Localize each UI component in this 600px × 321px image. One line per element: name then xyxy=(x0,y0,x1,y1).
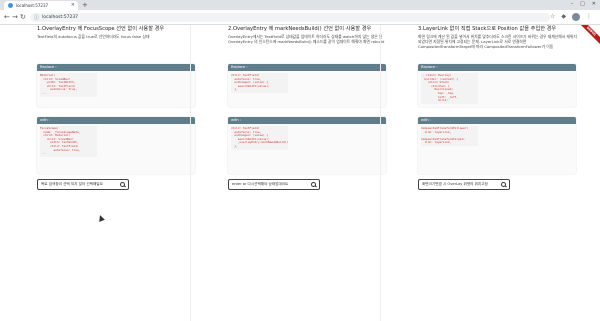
window-close-icon[interactable]: ✕ xyxy=(592,1,596,7)
menu-icon[interactable]: ⋮ xyxy=(586,13,592,21)
avatar[interactable] xyxy=(572,13,580,21)
window-controls: – □ ✕ xyxy=(571,1,596,7)
browser-toolbar: ← → ↻ ⓘ localhost:57237 ☆ ◆ ⋮ xyxy=(0,10,600,25)
search-icon[interactable] xyxy=(501,182,506,187)
column-title: 2.OverlayEntry 에 markNeedsBuild() 선언 없이 … xyxy=(228,26,372,32)
globe-icon xyxy=(8,3,13,8)
search-input-text: 화면크기변경 시 OverLay 위젯의 위치고정 xyxy=(422,182,488,186)
column-2: 2.OverlayEntry 에 markNeedsBuild() 선언 없이 … xyxy=(190,25,390,321)
with-card: with : FocusScope( node: _focusScopeNode… xyxy=(37,117,195,174)
search-input-text: 목로 검색창이 선택 되지 않아 선택해일요 xyxy=(41,182,103,186)
forward-icon[interactable]: → xyxy=(12,13,18,21)
card-header: with : xyxy=(418,117,576,124)
code-block: child: TextField( autofocus: true, onCha… xyxy=(231,126,288,150)
code-block: FocusScope( node: _focusScopeNode, child… xyxy=(40,126,97,157)
column-description: OverlayEntry에서는 TextField로 상태값을 업데이트 하더라… xyxy=(228,34,385,44)
column-3: 3.LayerLink 없이 직접 Stack으로 Position 값을 주입… xyxy=(380,25,580,321)
card-header: Replace : xyxy=(37,64,195,71)
search-input[interactable]: enter or 다시선택해야 상태업데이트 xyxy=(228,179,320,190)
address-bar[interactable]: ⓘ localhost:57237 xyxy=(30,13,550,22)
search-icon[interactable] xyxy=(120,182,125,187)
minimize-icon[interactable]: – xyxy=(571,1,574,7)
column-1: 1.OverlayEntry 에 FocusScope 선언 없이 사용할 경우… xyxy=(0,25,200,321)
code-block: child: TextField( autofocus: true, onCha… xyxy=(231,73,288,93)
url-text: localhost:57237 xyxy=(42,15,79,20)
column-description: 화면 링크에 계산 된 값을 넣어서 위치를 맞추더라도 스크린 사이즈가 바뀌… xyxy=(418,34,577,49)
column-title: 3.LayerLink 없이 직접 Stack으로 Position 값을 주입… xyxy=(418,26,557,32)
maximize-icon[interactable]: □ xyxy=(580,1,585,7)
card-header: with : xyxy=(228,117,386,124)
star-icon[interactable]: ☆ xyxy=(550,13,555,21)
browser-tab-bar: localhost:57237 × + – □ ✕ xyxy=(0,0,600,10)
search-input-text: enter or 다시선택해야 상태업데이트 xyxy=(232,182,289,186)
replace-card: Replace : Material( child: SizedBox( wid… xyxy=(37,64,195,107)
with-card: with : CompositedTransformFollower( link… xyxy=(418,117,576,174)
browser-tab[interactable]: localhost:57237 × xyxy=(4,1,78,10)
replace-card: Replace : child: TextField( autofocus: t… xyxy=(228,64,386,107)
reload-icon[interactable]: ↻ xyxy=(20,13,26,21)
column-description: TextField의 autofocus 값을 true로 선언하더라도 foc… xyxy=(37,34,150,39)
code-block: ...return Overlay( builder: (context) { … xyxy=(421,73,478,104)
card-header: Replace : xyxy=(418,64,576,71)
search-icon[interactable] xyxy=(311,182,316,187)
search-input[interactable]: 목로 검색창이 선택 되지 않아 선택해일요 xyxy=(37,179,129,190)
back-icon[interactable]: ← xyxy=(4,13,10,21)
extensions-icon[interactable]: ◆ xyxy=(561,13,566,21)
code-block: Material( child: SizedBox( width: textWi… xyxy=(40,73,97,97)
with-card: with : child: TextField( autofocus: true… xyxy=(228,117,386,174)
close-icon[interactable]: × xyxy=(71,2,75,8)
card-header: with : xyxy=(37,117,195,124)
search-input[interactable]: 화면크기변경 시 OverLay 위젯의 위치고정 xyxy=(418,179,510,190)
tab-title: localhost:57237 xyxy=(16,3,49,8)
replace-card: Replace : ...return Overlay( builder: (c… xyxy=(418,64,576,107)
new-tab-button[interactable]: + xyxy=(82,1,88,9)
toolbar-icons: ☆ ◆ ⋮ xyxy=(550,13,592,21)
info-icon[interactable]: ⓘ xyxy=(34,14,39,21)
page-content: 1.OverlayEntry 에 FocusScope 선언 없이 사용할 경우… xyxy=(0,25,600,321)
code-block: CompositedTransformFollower( link: layer… xyxy=(421,126,478,146)
column-title: 1.OverlayEntry 에 FocusScope 선언 없이 사용할 경우 xyxy=(37,26,165,32)
card-header: Replace : xyxy=(228,64,386,71)
